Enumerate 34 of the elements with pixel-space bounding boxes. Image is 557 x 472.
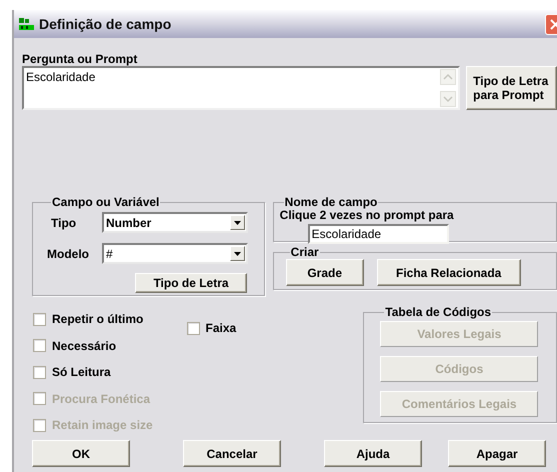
field-label: Pergunta ou Prompt [22, 51, 138, 64]
create-button[interactable]: Ficha Relacionada [376, 259, 521, 286]
checkbox-label: Só Leitura [52, 364, 111, 381]
dialog-button[interactable]: OK [32, 440, 130, 467]
checkbox[interactable] [33, 366, 46, 378]
scroll-up-button[interactable] [440, 69, 456, 85]
checkbox-label: Faixa [206, 320, 236, 337]
checkbox-label: Procura Fonética [52, 390, 150, 408]
checkbox-label: Repetir o último [52, 311, 144, 328]
group-title: Criar [290, 246, 320, 258]
checkbox[interactable] [33, 339, 46, 352]
scroll-down-button[interactable] [440, 91, 456, 107]
dialog-button[interactable]: Ajuda [324, 440, 422, 467]
group-title: Campo ou Variável [51, 196, 160, 208]
window-title: Definição de campo [39, 14, 172, 34]
app-icon [18, 17, 35, 31]
create-button[interactable]: Grade [286, 259, 364, 286]
checkbox-label: Necessário [52, 338, 116, 354]
checkbox[interactable] [33, 312, 46, 326]
font-button[interactable]: Tipo de Letra [135, 273, 247, 293]
checkbox-label: Retain image size [52, 417, 153, 434]
dialog-button[interactable]: Apagar [448, 440, 546, 467]
checkbox[interactable] [186, 322, 200, 334]
field-name-input[interactable]: Escolaridade [308, 224, 449, 244]
dropdown[interactable]: Number [102, 212, 248, 233]
dropdown[interactable]: # [102, 243, 248, 264]
field-label: Modelo [47, 246, 90, 262]
font-button[interactable]: Tipo de Letra para Prompt [466, 66, 557, 110]
group-title: Tabela de Códigos [384, 306, 492, 318]
field-label: Tipo [50, 214, 78, 232]
prompt-field[interactable]: Escolaridade [22, 66, 460, 110]
hint-text: Clique 2 vezes no prompt para [280, 208, 455, 222]
dialog-button[interactable]: Cancelar [183, 440, 281, 467]
group-title: Nome de campo [284, 196, 378, 208]
